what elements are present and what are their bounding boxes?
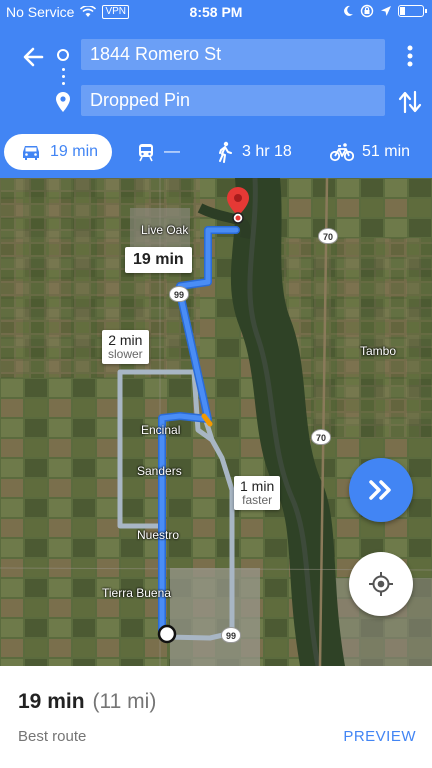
main-route-callout[interactable]: 19 min bbox=[125, 247, 192, 273]
tab-walk-label: 3 hr 18 bbox=[242, 143, 292, 160]
callout-note: faster bbox=[242, 493, 273, 507]
bicycle-icon bbox=[330, 143, 354, 162]
highway-shield: 99 bbox=[221, 627, 241, 643]
status-bar: No Service VPN 8:58 PM bbox=[0, 0, 432, 26]
walking-icon bbox=[219, 141, 232, 163]
tab-transit-label: — bbox=[164, 143, 180, 160]
swap-icon[interactable] bbox=[396, 88, 424, 116]
callout-time: 19 min bbox=[133, 251, 184, 268]
origin-field[interactable]: 1844 Romero St bbox=[81, 39, 385, 70]
origin-circle-icon bbox=[57, 49, 69, 61]
place-label: Encinal bbox=[141, 423, 181, 437]
tab-bike[interactable]: 51 min bbox=[330, 134, 410, 170]
start-navigation-button[interactable] bbox=[349, 458, 413, 522]
route-dots-icon bbox=[62, 68, 65, 86]
location-arrow-icon bbox=[381, 6, 391, 16]
train-icon bbox=[139, 144, 153, 162]
car-icon bbox=[23, 146, 39, 160]
crosshair-icon bbox=[369, 572, 393, 596]
highway-shield: 99 bbox=[169, 286, 189, 302]
place-label: Nuestro bbox=[137, 528, 180, 542]
place-label: Live Oak bbox=[141, 223, 189, 237]
place-label: Tambo bbox=[360, 344, 397, 358]
alt-route-callout[interactable]: 2 min slower bbox=[102, 330, 149, 364]
origin-marker-icon bbox=[157, 624, 177, 644]
place-label: Tierra Buena bbox=[102, 586, 171, 600]
tab-bike-label: 51 min bbox=[362, 143, 411, 160]
map-view[interactable]: Live Oak Tambo Encinal Sanders Nuestro T… bbox=[0, 178, 432, 666]
tab-drive-label: 19 min bbox=[50, 143, 99, 160]
my-location-button[interactable] bbox=[349, 552, 413, 616]
destination-field[interactable]: Dropped Pin bbox=[81, 85, 385, 116]
tab-drive[interactable]: 19 min bbox=[4, 134, 112, 170]
route-summary-sheet[interactable]: 19 min (11 mi) Best route PREVIEW bbox=[0, 666, 432, 768]
back-arrow-icon[interactable] bbox=[18, 42, 48, 72]
callout-time: 2 min bbox=[108, 332, 143, 348]
moon-icon bbox=[344, 5, 353, 16]
battery-icon bbox=[398, 5, 427, 17]
highway-shield: 70 bbox=[311, 429, 331, 445]
callout-note: slower bbox=[108, 347, 143, 361]
destination-pin-icon bbox=[56, 92, 70, 112]
alt-route-callout[interactable]: 1 min faster bbox=[234, 476, 281, 510]
place-label: Sanders bbox=[137, 464, 182, 478]
callout-time: 1 min bbox=[240, 478, 275, 494]
highway-shield: 70 bbox=[318, 228, 338, 244]
preview-button[interactable]: PREVIEW bbox=[343, 728, 416, 745]
duration-value: 19 min bbox=[18, 690, 85, 713]
destination-marker-icon bbox=[227, 187, 249, 224]
double-chevron-icon bbox=[369, 480, 391, 500]
route-duration: 19 min (11 mi) bbox=[18, 690, 156, 714]
status-right bbox=[342, 4, 427, 18]
rotation-lock-icon bbox=[360, 4, 374, 18]
distance-value: (11 mi) bbox=[92, 690, 157, 713]
travel-mode-tabs: 19 min — 3 hr 18 51 min bbox=[0, 134, 432, 172]
tab-transit[interactable]: — bbox=[136, 134, 180, 170]
tab-walk[interactable]: 3 hr 18 bbox=[216, 134, 292, 170]
more-options-icon[interactable] bbox=[400, 42, 420, 70]
route-summary-text: Best route bbox=[18, 728, 87, 745]
